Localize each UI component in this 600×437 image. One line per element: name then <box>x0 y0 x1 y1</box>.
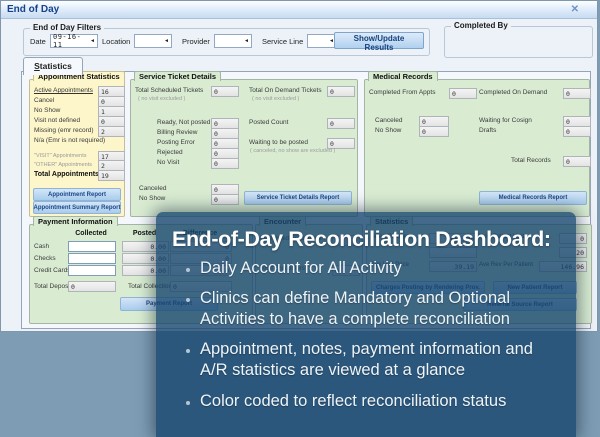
total-appointments-value: 19 <box>98 170 125 181</box>
ondemand-note: ( no visit excluded ) <box>252 96 299 102</box>
appointment-report-button[interactable]: Appointment Report <box>33 188 121 201</box>
cancel-label: Cancel <box>34 97 54 104</box>
date-label: Date <box>30 37 46 46</box>
posted-count-label: Posted Count <box>249 119 288 126</box>
service-line-label: Service Line <box>262 37 303 46</box>
mr-no-show-label: No Show <box>375 127 401 134</box>
drafts-value: 0 <box>563 126 591 137</box>
collected-header: Collected <box>68 230 114 237</box>
drafts-label: Drafts <box>479 127 496 134</box>
total-records-value: 0 <box>563 156 591 167</box>
location-combo[interactable]: ◄ <box>134 34 172 48</box>
dropdown-arrow-icon[interactable]: ◄ <box>90 39 95 44</box>
billing-review-label: Billing Review <box>157 129 197 136</box>
appointment-statistics-panel: Appointment Statistics Active Appointmen… <box>29 79 125 217</box>
service-ticket-details-report-button[interactable]: Service Ticket Details Report <box>244 191 352 205</box>
date-combo[interactable]: 09-16-11 ◄ <box>50 34 98 48</box>
provider-label: Provider <box>182 37 210 46</box>
no-show-label: No Show <box>34 107 60 114</box>
total-records-label: Total Records <box>511 157 551 164</box>
marketing-overlay: End-of-Day Reconciliation Dashboard: Dai… <box>156 212 576 437</box>
canceled-label: Canceled <box>139 185 166 192</box>
total-scheduled-tickets-label: Total Scheduled Tickets <box>135 87 203 94</box>
no-visit-label: No Visit <box>157 159 179 166</box>
dropdown-arrow-icon[interactable]: ◄ <box>244 39 249 44</box>
medical-records-title: Medical Records <box>368 71 438 81</box>
medical-records-report-button[interactable]: Medical Records Report <box>479 191 587 205</box>
window-title: End of Day <box>7 4 59 15</box>
screenshot-stage: End of Day ✕ End of Day Filters Date 09-… <box>0 0 600 437</box>
total-on-demand-tickets-value: 0 <box>327 86 355 97</box>
location-label: Location <box>102 37 130 46</box>
ready-not-posted-label: Ready, Not posted <box>157 119 210 126</box>
overlay-bullet-3: Appointment, notes, payment information … <box>200 339 550 381</box>
date-value: 09-16-11 <box>53 33 90 49</box>
filters-group: End of Day Filters Date 09-16-11 ◄ Locat… <box>23 28 430 56</box>
medical-records-panel: Medical Records Completed From Appts 0 C… <box>364 79 590 217</box>
completed-from-appts-value: 0 <box>449 88 477 99</box>
waiting-to-be-posted-label: Waiting to be posted <box>249 139 308 146</box>
waiting-for-cosign-label: Waiting for Cosign <box>479 117 532 124</box>
mr-no-show-value: 0 <box>419 126 449 137</box>
completed-by-legend: Completed By <box>451 21 511 30</box>
waiting-note: ( canceled, no show are excluded ) <box>250 148 335 154</box>
total-appointments-label: Total Appointments <box>34 171 99 178</box>
other-appointments-label: "OTHER" Appointments <box>34 162 92 168</box>
credit-cards-collected-input[interactable] <box>68 265 116 276</box>
show-update-results-button[interactable]: Show/Update Results <box>334 32 424 49</box>
window-titlebar: End of Day ✕ <box>1 1 597 19</box>
posted-count-value: 0 <box>327 118 355 129</box>
no-show-bottom-label: No Show <box>139 195 165 202</box>
overlay-bullet-list: Daily Account for All Activity Clinics c… <box>156 258 576 412</box>
posting-error-label: Posting Error <box>157 139 195 146</box>
total-on-demand-tickets-label: Total On Demand Tickets <box>249 87 322 94</box>
cash-label: Cash <box>34 243 49 250</box>
rejected-label: Rejected <box>157 149 183 156</box>
missing-emr-value: 2 <box>98 126 125 137</box>
service-ticket-details-panel: Service Ticket Details Total Scheduled T… <box>130 79 358 217</box>
credit-cards-label: Credit Cards <box>34 267 70 274</box>
total-deposit-label: Total Deposit <box>34 283 72 290</box>
cash-collected-input[interactable] <box>68 241 116 252</box>
tab-statistics[interactable]: Statistics <box>23 57 83 75</box>
filters-legend: End of Day Filters <box>30 23 104 32</box>
payment-information-title: Payment Information <box>33 216 118 226</box>
missing-emr-label: Missing (emr record) <box>34 127 94 134</box>
na-emr-label: N/a (Emr is not required) <box>34 137 105 144</box>
close-icon[interactable]: ✕ <box>571 4 579 15</box>
total-deposit-value: 0 <box>68 281 116 292</box>
dropdown-arrow-icon[interactable]: ◄ <box>164 39 169 44</box>
no-show-bottom-value: 0 <box>211 194 239 205</box>
active-appointments-link[interactable]: Active Appointments <box>34 87 93 94</box>
completed-by-group: Completed By <box>444 26 593 58</box>
completed-from-appts-label: Completed From Appts <box>369 89 435 96</box>
total-scheduled-tickets-value: 0 <box>211 86 239 97</box>
visit-appointments-label: "VISIT" Appointments <box>34 153 87 159</box>
appointment-summary-report-button[interactable]: Appointment Summary Report <box>33 201 121 214</box>
no-visit-value: 0 <box>211 158 239 169</box>
provider-combo[interactable]: ◄ <box>214 34 252 48</box>
overlay-bullet-1: Daily Account for All Activity <box>200 258 550 279</box>
service-ticket-details-title: Service Ticket Details <box>134 71 221 81</box>
mr-canceled-label: Canceled <box>375 117 402 124</box>
service-line-combo[interactable]: ◄ <box>307 34 337 48</box>
visit-not-defined-label: Visit not defined <box>34 117 80 124</box>
overlay-bullet-4: Color coded to reflect reconciliation st… <box>200 391 550 412</box>
overlay-title: End-of-Day Reconciliation Dashboard: <box>172 227 568 252</box>
overlay-bullet-2: Clinics can define Mandatory and Optiona… <box>200 288 550 330</box>
tab-label: tatistics <box>40 61 72 71</box>
completed-on-demand-label: Completed On Demand <box>479 89 547 96</box>
completed-on-demand-value: 0 <box>563 88 591 99</box>
checks-label: Checks <box>34 255 56 262</box>
checks-collected-input[interactable] <box>68 253 116 264</box>
scheduled-note: ( no visit excluded ) <box>138 96 185 102</box>
